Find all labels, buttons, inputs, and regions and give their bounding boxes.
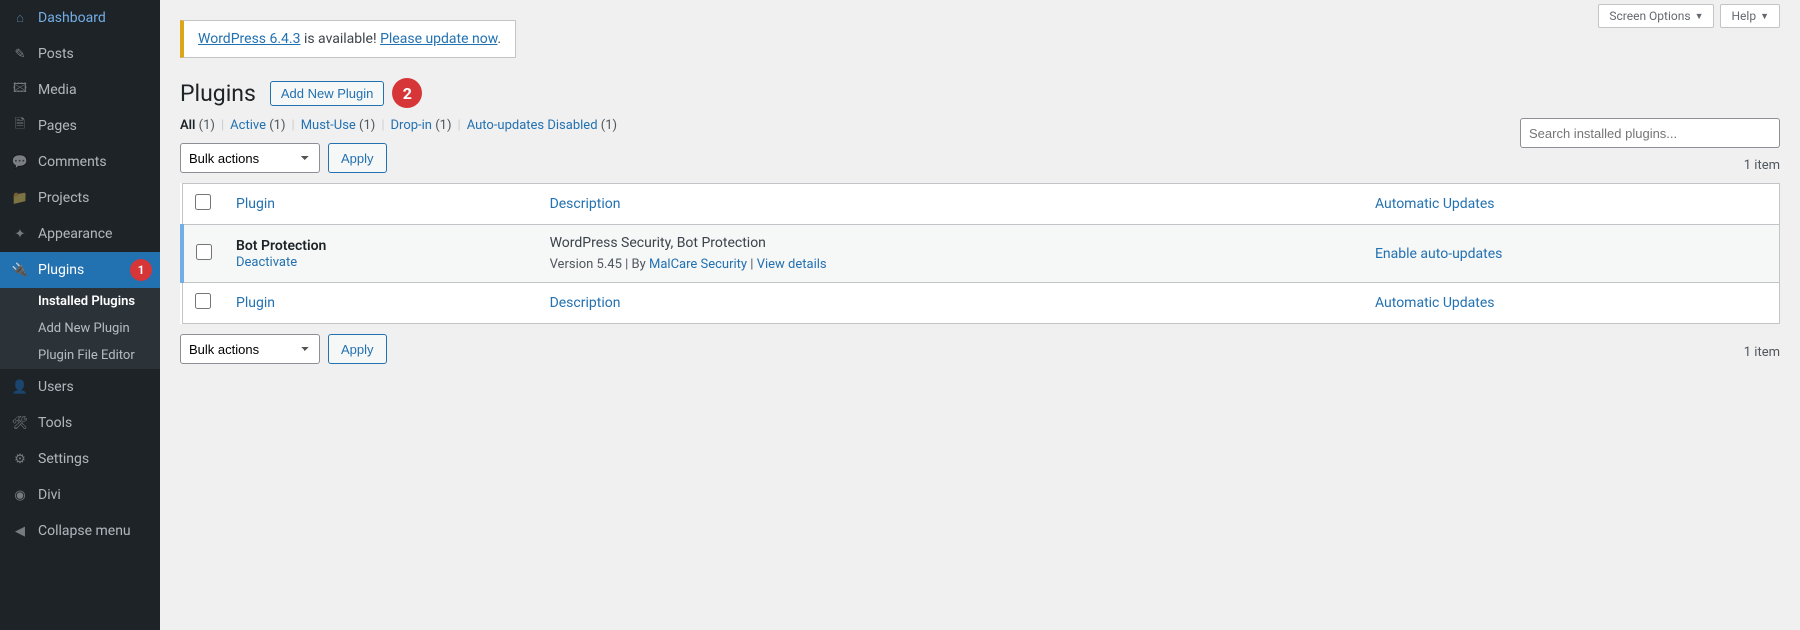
- projects-icon: 📁: [10, 188, 30, 208]
- sidebar-item-dashboard[interactable]: ⌂ Dashboard: [0, 0, 160, 36]
- sidebar-label: Plugins: [38, 262, 84, 278]
- caret-down-icon: ▼: [1760, 11, 1769, 22]
- sidebar-label: Media: [38, 82, 77, 98]
- filter-active[interactable]: Active: [230, 118, 266, 133]
- add-new-plugin-button[interactable]: Add New Plugin: [270, 81, 385, 106]
- bulk-actions-select-top[interactable]: Bulk actions: [180, 143, 320, 173]
- plugins-icon: 🔌: [10, 260, 30, 280]
- select-plugin-checkbox[interactable]: [196, 244, 212, 260]
- main-content: Screen Options▼ Help▼ WordPress 6.4.3 is…: [160, 0, 1800, 630]
- plugin-row: Bot Protection Deactivate WordPress Secu…: [182, 225, 1780, 283]
- media-icon: 🖾: [10, 80, 30, 100]
- submenu-installed-plugins[interactable]: Installed Plugins: [0, 288, 160, 315]
- sidebar-item-pages[interactable]: 🗎 Pages: [0, 108, 160, 144]
- sidebar-label: Collapse menu: [38, 523, 131, 539]
- collapse-icon: ◀: [10, 521, 30, 541]
- select-all-top[interactable]: [195, 194, 211, 210]
- col-description-foot: Description: [538, 283, 1363, 324]
- sidebar-item-plugins[interactable]: 🔌 Plugins 1: [0, 252, 160, 288]
- update-badge: 1: [130, 259, 152, 281]
- submenu-plugin-file-editor[interactable]: Plugin File Editor: [0, 342, 160, 369]
- plugins-submenu: Installed Plugins Add New Plugin Plugin …: [0, 288, 160, 369]
- wordpress-version-link[interactable]: WordPress 6.4.3: [198, 31, 300, 47]
- sidebar-item-appearance[interactable]: ✦ Appearance: [0, 216, 160, 252]
- sidebar-item-tools[interactable]: 🛠 Tools: [0, 405, 160, 441]
- enable-auto-updates-link[interactable]: Enable auto-updates: [1375, 246, 1502, 262]
- item-count-bottom: 1 item: [1744, 345, 1780, 360]
- sidebar-item-posts[interactable]: ✎ Posts: [0, 36, 160, 72]
- plugin-name: Bot Protection: [236, 238, 526, 254]
- apply-button-top[interactable]: Apply: [328, 143, 387, 173]
- col-plugin[interactable]: Plugin: [224, 184, 538, 225]
- sidebar-label: Pages: [38, 118, 77, 134]
- sidebar-item-media[interactable]: 🖾 Media: [0, 72, 160, 108]
- pages-icon: 🗎: [10, 116, 30, 136]
- posts-icon: ✎: [10, 44, 30, 64]
- sidebar-label: Tools: [38, 415, 72, 431]
- divi-icon: ◉: [10, 485, 30, 505]
- sidebar-item-projects[interactable]: 📁 Projects: [0, 180, 160, 216]
- sidebar-label: Users: [38, 379, 74, 395]
- filter-auto-updates-disabled[interactable]: Auto-updates Disabled: [467, 118, 598, 133]
- col-description: Description: [538, 184, 1363, 225]
- sidebar-item-divi[interactable]: ◉ Divi: [0, 477, 160, 513]
- select-all-bottom[interactable]: [195, 293, 211, 309]
- update-notice: WordPress 6.4.3 is available! Please upd…: [180, 20, 516, 58]
- sidebar-item-collapse[interactable]: ◀ Collapse menu: [0, 513, 160, 549]
- plugin-meta: Version 5.45 | By MalCare Security | Vie…: [550, 257, 1351, 272]
- plugin-description: WordPress Security, Bot Protection: [550, 235, 1351, 251]
- filter-drop-in[interactable]: Drop-in: [391, 118, 432, 133]
- caret-down-icon: ▼: [1695, 11, 1704, 22]
- item-count-top: 1 item: [1744, 158, 1780, 173]
- update-now-link[interactable]: Please update now: [380, 31, 497, 47]
- filter-all[interactable]: All: [180, 118, 195, 133]
- sidebar-item-users[interactable]: 👤 Users: [0, 369, 160, 405]
- help-tab[interactable]: Help▼: [1720, 4, 1780, 28]
- apply-button-bottom[interactable]: Apply: [328, 334, 387, 364]
- filter-must-use[interactable]: Must-Use: [301, 118, 356, 133]
- page-title: Plugins: [180, 80, 256, 107]
- dashboard-icon: ⌂: [10, 8, 30, 28]
- bulk-actions-select-bottom[interactable]: Bulk actions: [180, 334, 320, 364]
- annotation-marker-2: 2: [392, 78, 422, 108]
- search-plugins-input[interactable]: [1520, 118, 1780, 148]
- users-icon: 👤: [10, 377, 30, 397]
- sidebar-label: Posts: [38, 46, 74, 62]
- sidebar-label: Divi: [38, 487, 61, 503]
- filter-links: All (1)| Active (1)| Must-Use (1)| Drop-…: [180, 118, 617, 133]
- col-auto-updates[interactable]: Automatic Updates: [1363, 184, 1780, 225]
- sidebar-label: Dashboard: [38, 10, 106, 26]
- tools-icon: 🛠: [10, 413, 30, 433]
- col-auto-updates-foot[interactable]: Automatic Updates: [1363, 283, 1780, 324]
- col-plugin-foot[interactable]: Plugin: [224, 283, 538, 324]
- sidebar-label: Settings: [38, 451, 89, 467]
- screen-options-tab[interactable]: Screen Options▼: [1598, 4, 1714, 28]
- plugin-author-link[interactable]: MalCare Security: [649, 257, 747, 272]
- sidebar-label: Appearance: [38, 226, 112, 242]
- plugins-table: Plugin Description Automatic Updates Bot…: [180, 183, 1780, 324]
- submenu-add-new-plugin[interactable]: Add New Plugin: [0, 315, 160, 342]
- sidebar-label: Comments: [38, 154, 107, 170]
- sidebar-item-settings[interactable]: ⚙ Settings: [0, 441, 160, 477]
- sidebar-item-comments[interactable]: 💬 Comments: [0, 144, 160, 180]
- comments-icon: 💬: [10, 152, 30, 172]
- admin-sidebar: ⌂ Dashboard ✎ Posts 🖾 Media 🗎 Pages 💬 Comment…: [0, 0, 160, 630]
- appearance-icon: ✦: [10, 224, 30, 244]
- deactivate-link[interactable]: Deactivate: [236, 255, 297, 270]
- view-details-link[interactable]: View details: [757, 257, 827, 272]
- top-tabs: Screen Options▼ Help▼: [1598, 4, 1780, 28]
- settings-icon: ⚙: [10, 449, 30, 469]
- sidebar-label: Projects: [38, 190, 89, 206]
